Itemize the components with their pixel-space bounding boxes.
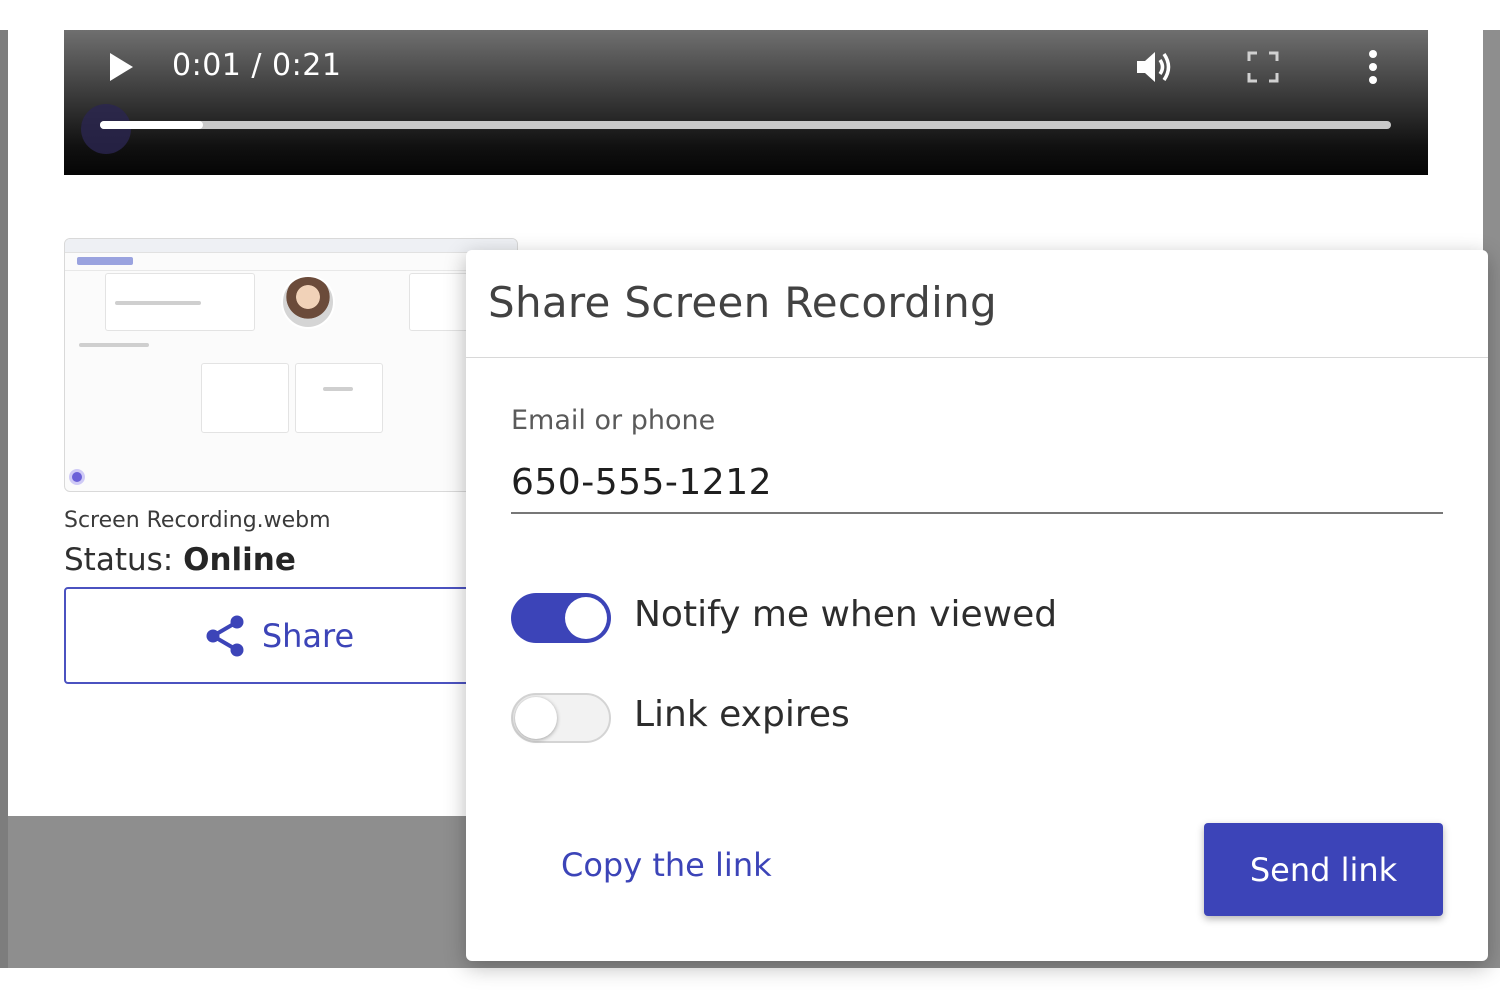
link-expires-toggle[interactable]	[511, 693, 611, 743]
share-dialog: Share Screen Recording Email or phone No…	[466, 250, 1488, 961]
thumbnail-card	[295, 363, 383, 433]
thumbnail-browser-bar	[65, 239, 517, 253]
recorder-badge-icon	[69, 469, 85, 485]
email-phone-input[interactable]	[511, 452, 1443, 514]
volume-button[interactable]	[1134, 48, 1176, 86]
share-label: Share	[261, 616, 355, 655]
fullscreen-icon	[1247, 51, 1279, 83]
send-link-button[interactable]: Send link	[1204, 823, 1443, 916]
status-value: Online	[183, 542, 296, 578]
player-badge-icon	[81, 104, 131, 154]
left-edge	[0, 30, 8, 968]
thumbnail-line	[323, 387, 353, 391]
copy-link-button[interactable]: Copy the link	[561, 846, 772, 884]
status-label: Status:	[64, 542, 184, 578]
thumbnail-logo	[77, 257, 133, 265]
notify-toggle[interactable]	[511, 593, 611, 643]
play-button[interactable]	[106, 50, 136, 84]
more-vert-icon	[1369, 50, 1377, 84]
fullscreen-button[interactable]	[1246, 50, 1280, 84]
share-button[interactable]: Share	[64, 587, 494, 684]
toggle-knob	[515, 697, 557, 739]
progress-bar[interactable]	[100, 121, 1391, 129]
thumbnail-line	[79, 343, 149, 347]
thumbnail-line	[115, 301, 201, 305]
more-options-button[interactable]	[1360, 48, 1386, 86]
progress-fill	[100, 121, 204, 129]
notify-label: Notify me when viewed	[634, 594, 1058, 635]
recording-thumbnail[interactable]	[64, 238, 518, 492]
email-phone-label: Email or phone	[511, 405, 716, 436]
link-expires-label: Link expires	[634, 694, 850, 735]
share-icon	[206, 615, 244, 656]
dialog-divider	[466, 357, 1488, 358]
dialog-title: Share Screen Recording	[488, 278, 997, 327]
toggle-knob	[565, 597, 607, 639]
webcam-avatar	[281, 275, 335, 329]
time-display: 0:01 / 0:21	[172, 48, 342, 83]
play-icon	[110, 53, 133, 81]
status-line: Status: Online	[64, 542, 296, 578]
thumbnail-card	[201, 363, 289, 433]
volume-icon	[1137, 52, 1171, 82]
file-name: Screen Recording.webm	[64, 508, 331, 533]
